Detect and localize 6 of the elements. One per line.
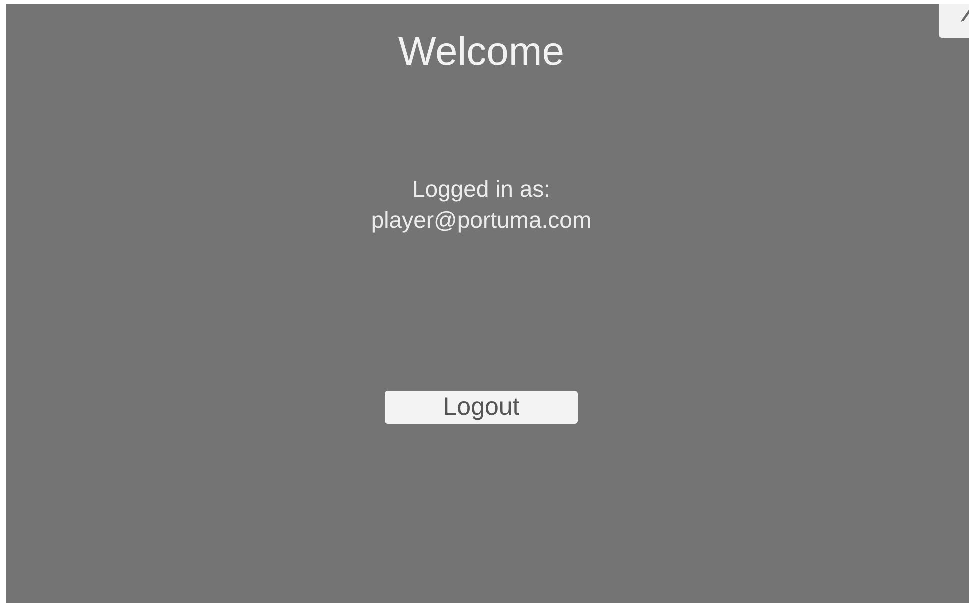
login-label: Logged in as: xyxy=(412,175,551,204)
page-title: Welcome xyxy=(398,32,564,72)
logout-button[interactable]: Logout xyxy=(385,391,578,424)
pen-icon xyxy=(961,10,969,22)
corner-button[interactable] xyxy=(939,4,969,38)
user-email: player@portuma.com xyxy=(371,206,592,235)
